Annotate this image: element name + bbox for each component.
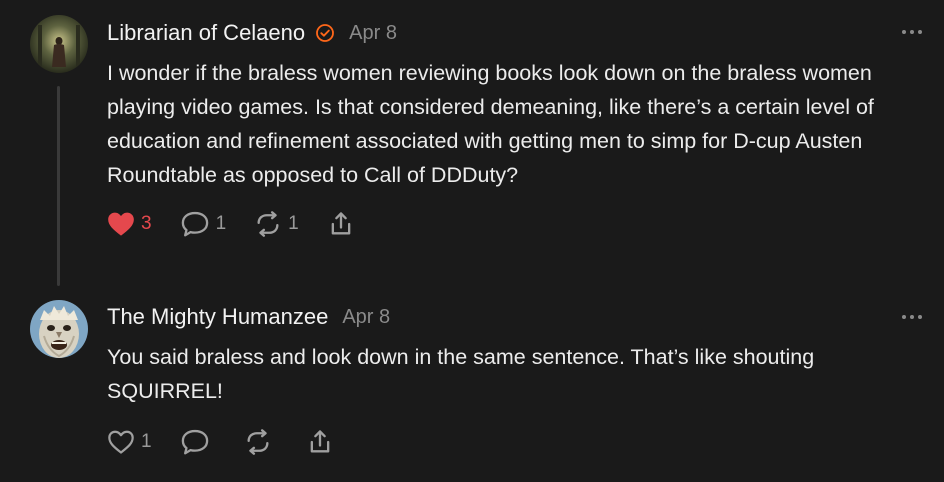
comment-actions: 3 1 1	[107, 210, 383, 238]
reply-button[interactable]	[180, 428, 216, 456]
author-name[interactable]: The Mighty Humanzee	[107, 304, 328, 330]
reply-count: 1	[215, 213, 227, 234]
author-name[interactable]: Librarian of Celaeno	[107, 20, 305, 46]
comment-text: You said braless and look down in the sa…	[107, 345, 815, 403]
comment-icon	[181, 211, 208, 237]
heart-filled-icon	[108, 212, 134, 236]
avatar[interactable]	[30, 300, 88, 358]
verified-badge-icon	[316, 24, 335, 42]
like-button[interactable]: 1	[107, 429, 152, 455]
thread-line	[57, 86, 60, 286]
restack-button[interactable]: 1	[254, 210, 299, 238]
restack-count: 1	[288, 213, 299, 234]
avatar[interactable]	[30, 15, 88, 73]
reply-button[interactable]: 1	[180, 210, 227, 238]
more-options-icon[interactable]	[902, 315, 922, 321]
share-icon	[310, 430, 329, 453]
restack-button[interactable]	[244, 428, 278, 456]
comment-header: The Mighty Humanzee Apr 8	[107, 304, 390, 330]
comment: The Mighty Humanzee Apr 8 You said brale…	[0, 284, 944, 482]
more-options-icon[interactable]	[902, 30, 922, 36]
restack-icon	[257, 211, 279, 237]
share-button[interactable]	[306, 428, 334, 456]
comment: Librarian of Celaeno Apr 8 I wonder if t…	[0, 0, 944, 300]
share-button[interactable]	[327, 210, 355, 238]
comment-date[interactable]: Apr 8	[349, 22, 397, 45]
restack-icon	[247, 429, 269, 455]
share-icon	[331, 212, 351, 235]
comment-icon	[181, 429, 208, 455]
like-count: 1	[141, 431, 152, 452]
comment-text: I wonder if the braless women reviewing …	[107, 61, 874, 187]
comment-date[interactable]: Apr 8	[342, 306, 390, 329]
heart-icon	[108, 430, 134, 454]
like-button[interactable]: 3	[107, 211, 152, 237]
like-count: 3	[141, 213, 152, 234]
comment-actions: 1	[107, 428, 362, 456]
comment-header: Librarian of Celaeno Apr 8	[107, 20, 397, 46]
